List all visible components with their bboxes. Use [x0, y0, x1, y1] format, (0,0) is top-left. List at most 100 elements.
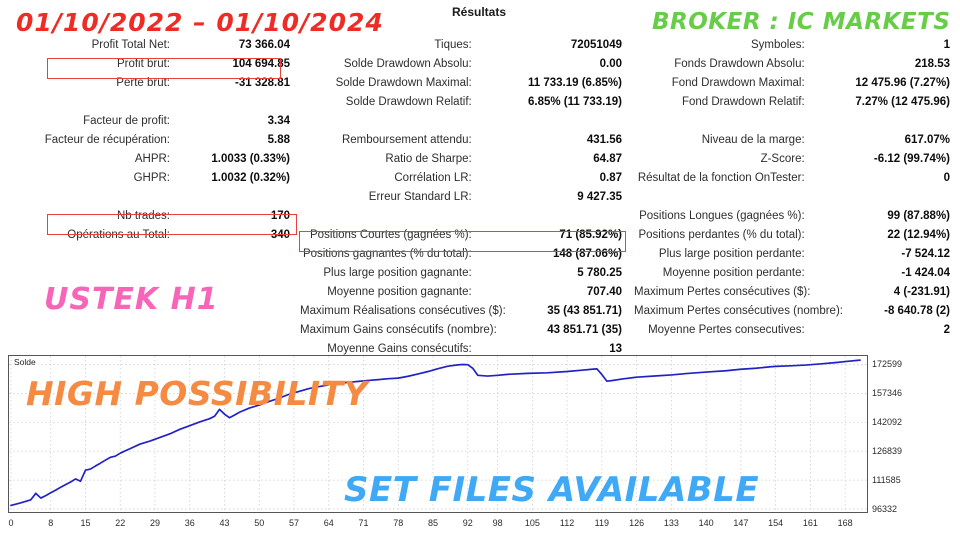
stats-value: 72051049: [570, 39, 622, 51]
stats-label: Niveau de la marge:: [701, 134, 805, 146]
stats-value: 617.07%: [904, 134, 950, 146]
stats-label: Positions gagnantes (% du total):: [302, 248, 472, 260]
stats-row: Fond Drawdown Maximal: 12 475.96 (7.27%): [634, 77, 950, 97]
stats-row: Fonds Drawdown Absolu: 218.53: [634, 58, 950, 78]
stats-row: Symboles: 1: [634, 39, 950, 59]
chart-x-tick: 78: [393, 518, 404, 528]
stats-label: Positions perdantes (% du total):: [638, 229, 805, 241]
stats-value: 0.00: [599, 58, 622, 70]
stats-label: Remboursement attendu:: [341, 134, 472, 146]
stats-label: Erreur Standard LR:: [368, 191, 472, 203]
chart-x-tick: 147: [733, 518, 749, 528]
stats-label: Moyenne Pertes consecutives:: [648, 324, 805, 336]
stats-row: Moyenne position perdante: -1 424.04: [634, 267, 950, 287]
chart-x-tick: 29: [149, 518, 160, 528]
stats-label: Moyenne position gagnante:: [327, 286, 472, 298]
stats-value: 35 (43 851.71): [547, 305, 622, 317]
stats-label: Tiques:: [434, 39, 472, 51]
stats-label: Plus large position gagnante:: [323, 267, 472, 279]
chart-series-label: Solde: [12, 357, 38, 367]
stats-row: Maximum Pertes consécutives (nombre): -8 …: [634, 305, 950, 325]
stats-column-left: Profit Total Net: 73 366.04 Profit brut: 10…: [18, 39, 290, 249]
chart-y-tick: 126839: [872, 446, 903, 457]
stats-label: Perte brut:: [116, 77, 170, 89]
chart-x-tick: 112: [559, 518, 575, 528]
stats-label: Solde Drawdown Maximal:: [335, 77, 472, 89]
chart-x-tick: 36: [184, 518, 195, 528]
stats-column-right: Symboles: 1 Fonds Drawdown Absolu: 218.53 Fo…: [634, 39, 950, 344]
stats-label: Maximum Pertes consécutives (nombre):: [634, 305, 843, 317]
stats-label: Maximum Pertes consécutives ($):: [634, 286, 811, 298]
stats-value: 73 366.04: [238, 39, 290, 51]
chart-x-tick: 92: [462, 518, 473, 528]
stats-value: -1 424.04: [901, 267, 950, 279]
stats-value: 340: [270, 229, 290, 241]
stats-label: Fonds Drawdown Absolu:: [674, 58, 805, 70]
chart-y-tick: 172599: [872, 359, 903, 370]
stats-row: Tiques: 72051049: [300, 39, 622, 59]
stats-label: Moyenne Gains consécutifs:: [327, 343, 472, 355]
stats-row: Opérations au Total: 340: [18, 229, 290, 249]
stats-value: 43 851.71 (35): [547, 324, 622, 336]
stats-label: Symboles:: [750, 39, 805, 51]
stats-label: GHPR:: [133, 172, 170, 184]
chart-x-tick: 119: [594, 518, 610, 528]
stats-value: -6.12 (99.74%): [873, 153, 950, 165]
stats-row: Facteur de profit: 3.34: [18, 115, 290, 135]
overlay-set-files: SET FILES AVAILABLE: [344, 470, 760, 510]
stats-row: Plus large position gagnante: 5 780.25: [300, 267, 622, 287]
stats-label: Nb trades:: [116, 210, 170, 222]
stats-row: Corrélation LR: 0.87: [300, 172, 622, 192]
page-title: Résultats: [451, 5, 507, 19]
stats-value: 0.87: [599, 172, 622, 184]
stats-value: -31 328.81: [235, 77, 290, 89]
chart-x-tick: 57: [288, 518, 300, 528]
stats-label: Facteur de récupération:: [44, 134, 170, 146]
stats-value: 71 (85.92%): [559, 229, 622, 241]
chart-x-tick: 168: [837, 518, 853, 528]
stats-value: 1: [943, 39, 950, 51]
stats-value: 4 (-231.91): [893, 286, 950, 298]
stats-value: 5.88: [267, 134, 290, 146]
stats-value: 99 (87.88%): [887, 210, 950, 222]
chart-x-tick: 50: [254, 518, 265, 528]
stats-row: Remboursement attendu: 431.56: [300, 134, 622, 154]
stats-label: Positions Courtes (gagnées %):: [310, 229, 472, 241]
chart-x-tick: 126: [629, 518, 645, 528]
overlay-broker: BROKER : IC MARKETS: [652, 9, 951, 35]
stats-label: Moyenne position perdante:: [662, 267, 805, 279]
chart-x-tick: 0: [8, 518, 14, 528]
stats-row: AHPR: 1.0033 (0.33%): [18, 153, 290, 173]
stats-row: Nb trades: 170: [18, 210, 290, 230]
chart-x-tick: 98: [492, 518, 503, 528]
stats-row: Ratio de Sharpe: 64.87: [300, 153, 622, 173]
stats-row-spacer: [634, 116, 950, 135]
chart-x-tick: 8: [48, 518, 54, 528]
stats-row: Facteur de récupération: 5.88: [18, 134, 290, 154]
stats-row-spacer: [634, 192, 950, 211]
stats-label: AHPR:: [134, 153, 170, 165]
stats-row: Maximum Pertes consécutives ($): 4 (-231.…: [634, 286, 950, 306]
chart-y-tick: 111585: [872, 475, 901, 486]
overlay-pair-timeframe: USTEK H1: [44, 282, 219, 317]
stats-row: Z-Score: -6.12 (99.74%): [634, 153, 950, 173]
stats-label: Maximum Réalisations consécutives ($):: [300, 305, 506, 317]
chart-x-tick: 22: [115, 518, 126, 528]
stats-row: Positions perdantes (% du total): 22 (12.…: [634, 229, 950, 249]
stats-row-spacer: [18, 192, 290, 211]
chart-y-tick: 96332: [872, 504, 898, 514]
stats-row-spacer: [18, 97, 290, 116]
stats-value: -8 640.78 (2): [884, 305, 950, 317]
stats-value: 12 475.96 (7.27%): [855, 77, 950, 89]
stats-row: Perte brut: -31 328.81: [18, 77, 290, 97]
overlay-date-range: 01/10/2022 – 01/10/2024: [16, 8, 384, 37]
chart-x-tick: 105: [524, 518, 540, 528]
stats-row-spacer: [300, 116, 622, 135]
stats-value: 2: [943, 324, 950, 336]
stats-label: Solde Drawdown Relatif:: [345, 96, 472, 108]
chart-x-tick: 15: [80, 518, 91, 528]
stats-value: 3.34: [267, 115, 290, 127]
stats-label: Fond Drawdown Relatif:: [681, 96, 805, 108]
chart-x-tick: 85: [428, 518, 439, 528]
backtest-report-screenshot: Résultats Profit Total Net: 73 366.04 Prof…: [0, 0, 960, 540]
